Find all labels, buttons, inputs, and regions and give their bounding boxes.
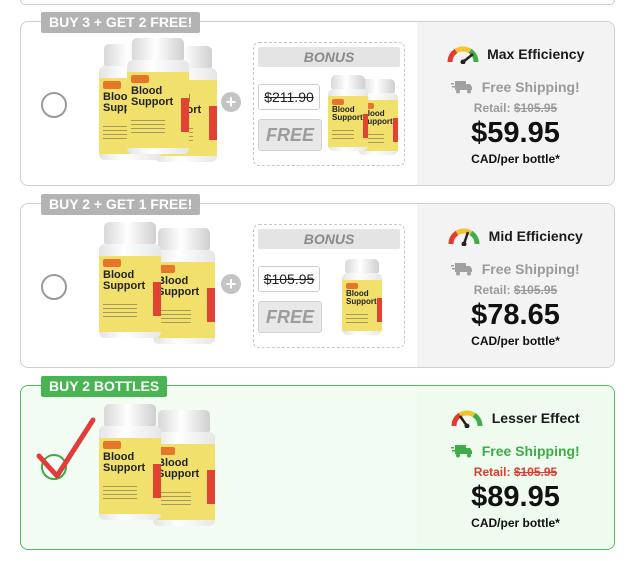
offer-price: $89.95 (471, 481, 560, 513)
selected-indicator[interactable] (35, 416, 99, 486)
price-panel: Max Efficiency Free Shipping! Retail: $1… (417, 22, 614, 185)
retail-price: Retail: $105.95 (473, 101, 558, 115)
retail-price: Retail: $105.95 (473, 465, 558, 479)
bonus-original-price: $211.90 (258, 84, 320, 110)
truck-icon (451, 262, 473, 276)
bottle: BloodSupport (342, 259, 382, 335)
shipping-row: Free Shipping! (417, 442, 614, 460)
efficiency-label: Max Efficiency (487, 46, 585, 62)
efficiency-label: Lesser Effect (491, 410, 580, 426)
bottle: BloodSupport (328, 75, 368, 151)
offer-badge: BUY 2 BOTTLES (41, 376, 168, 397)
offer-radio[interactable] (41, 92, 67, 118)
price-panel: Lesser Effect Free Shipping! Retail: $10… (417, 386, 614, 549)
shipping-text: Free Shipping! (481, 260, 580, 277)
efficiency-row: Mid Efficiency (417, 226, 614, 248)
previous-card-edge (20, 0, 615, 5)
efficiency-row: Lesser Effect (417, 408, 614, 430)
offer-radio[interactable] (41, 274, 67, 300)
shipping-row: Free Shipping! (417, 260, 614, 278)
bonus-box: BONUS $105.95 FREE Blood Support (253, 224, 405, 348)
offer-badge: BUY 3 + GET 2 FREE! (41, 12, 201, 33)
gauge-icon (448, 228, 480, 246)
bottle: BloodSupport (99, 222, 161, 338)
price-unit: CAD/per bottle* (471, 516, 560, 530)
product-bottles-image: Blood Support Blood Support (97, 402, 217, 532)
truck-icon (451, 80, 473, 94)
plus-icon: + (221, 92, 241, 112)
offer-card-buy3-get2[interactable]: BUY 3 + GET 2 FREE! Blood Support Blood Su… (20, 12, 615, 186)
bottle: BloodSupport (99, 404, 161, 520)
bonus-title: BONUS (258, 47, 400, 67)
bottle: BloodSupport (153, 228, 215, 344)
bonus-original-price: $105.95 (258, 266, 320, 292)
shipping-text: Free Shipping! (481, 78, 580, 95)
offer-price: $78.65 (471, 299, 560, 331)
bonus-free-label: FREE (258, 119, 322, 151)
product-bottles-image: BloodSupport BloodSupport BloodSupport (97, 38, 217, 168)
efficiency-row: Max Efficiency (417, 44, 614, 66)
retail-price: Retail: $105.95 (473, 283, 558, 297)
shipping-row: Free Shipping! (417, 78, 614, 96)
product-bottles-image: Blood Support Blood Support (97, 220, 217, 350)
gauge-icon (447, 46, 479, 64)
bonus-title: BONUS (258, 229, 400, 249)
bottle: BloodSupport (153, 410, 215, 526)
price-unit: CAD/per bottle* (471, 152, 560, 166)
bonus-bottles-image: Blood Support Blood Support (324, 75, 402, 161)
shipping-text: Free Shipping! (481, 442, 580, 459)
gauge-icon (451, 410, 483, 428)
checkmark-icon (36, 417, 96, 479)
offer-price: $59.95 (471, 117, 560, 149)
price-unit: CAD/per bottle* (471, 334, 560, 348)
offer-badge: BUY 2 + GET 1 FREE! (41, 194, 201, 215)
bottle: BloodSupport (127, 38, 189, 154)
offer-card-buy2[interactable]: BUY 2 BOTTLES Blood Support Blood Support … (20, 376, 615, 550)
price-panel: Mid Efficiency Free Shipping! Retail: $1… (417, 204, 614, 367)
truck-icon (451, 444, 473, 458)
bonus-bottles-image: Blood Support (324, 257, 402, 343)
efficiency-label: Mid Efficiency (488, 228, 583, 244)
bonus-box: BONUS $211.90 FREE Blood Support Blood Sup… (253, 42, 405, 166)
offer-card-buy2-get1[interactable]: BUY 2 + GET 1 FREE! Blood Support Blood Su… (20, 194, 615, 368)
plus-icon: + (221, 274, 241, 294)
bonus-free-label: FREE (258, 301, 322, 333)
